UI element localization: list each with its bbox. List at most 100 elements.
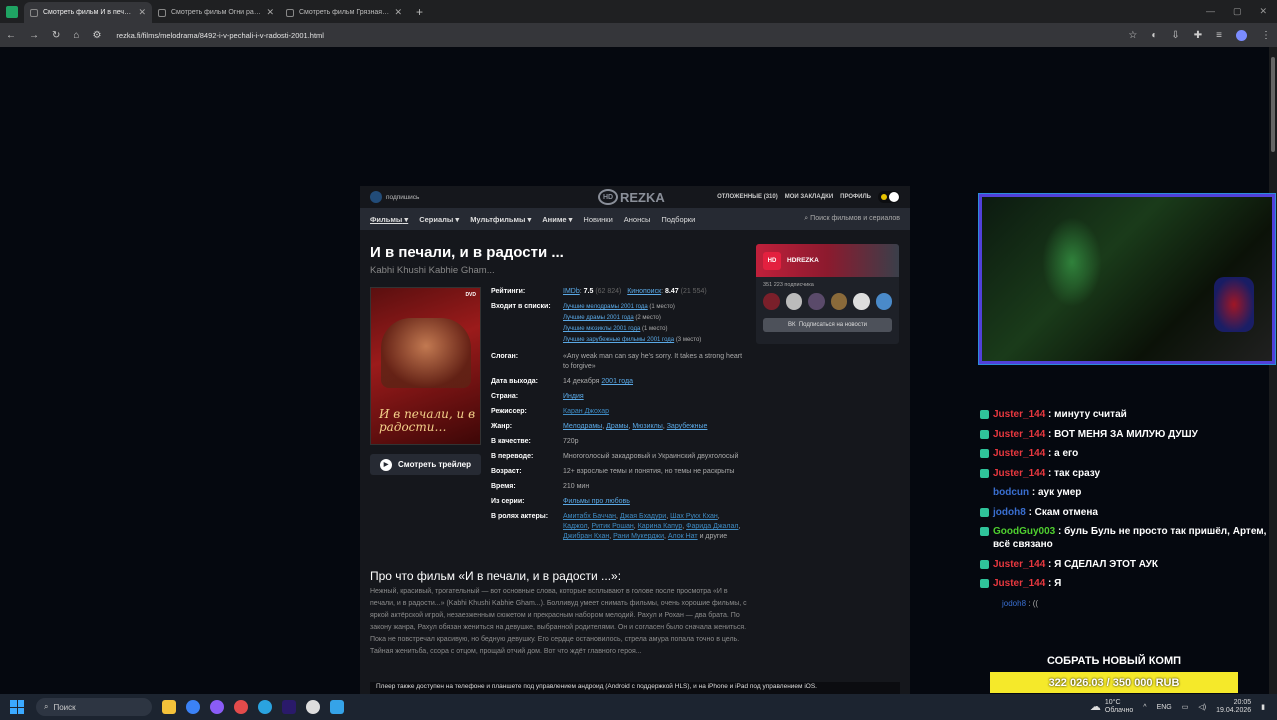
photos-icon[interactable] (330, 700, 344, 714)
avatar[interactable] (830, 293, 847, 310)
cast-label: В ролях актеры: (491, 513, 549, 520)
actor-link[interactable]: Джибран Кхан (563, 533, 609, 540)
actor-link[interactable]: Фарида Джалал (686, 523, 738, 530)
actor-link[interactable]: Шах Рукх Кхан (670, 513, 718, 520)
obs-icon[interactable] (306, 700, 320, 714)
donation-goal-value: 322 026.03 / 350 000 RUB (1048, 676, 1180, 689)
nav-series[interactable]: Сериалы ▾ (419, 215, 459, 224)
avatar[interactable] (875, 293, 892, 310)
minimize-icon[interactable]: — (1206, 6, 1215, 17)
volume-icon[interactable]: ◁) (1198, 703, 1206, 711)
genre-link[interactable]: Мюзиклы (632, 423, 662, 430)
nav-new[interactable]: Новинки (583, 215, 612, 224)
nav-cartoons[interactable]: Мультфильмы ▾ (470, 215, 531, 224)
site-info-icon[interactable]: ⚙ (92, 30, 101, 41)
tab-search-icon[interactable]: ≡ (1216, 30, 1222, 41)
app-icon[interactable] (210, 700, 224, 714)
subscribe-link[interactable]: подпишись (370, 191, 419, 203)
download-icon[interactable]: ⇩ (1171, 30, 1179, 41)
chevron-up-icon[interactable]: ^ (1143, 704, 1146, 711)
weather-text: Облачно (1104, 707, 1134, 714)
bookmark-star-icon[interactable]: ☆ (1128, 30, 1137, 41)
bookmarks-link[interactable]: МОИ ЗАКЛАДКИ (785, 194, 833, 200)
movie-poster[interactable]: DVD И в печали, и в радости… (370, 287, 481, 445)
actor-link[interactable]: Карина Капур (638, 523, 683, 530)
nav-anime[interactable]: Аниме ▾ (542, 215, 572, 224)
maximize-icon[interactable]: ▢ (1233, 6, 1242, 17)
chrome-active-icon[interactable] (234, 700, 248, 714)
weather-widget[interactable]: ☁ 10°C Облачно (1090, 699, 1133, 715)
back-icon[interactable]: ← (6, 30, 16, 41)
chat-text: : Я СДЕЛАЛ ЭТОТ АУК (1048, 558, 1158, 570)
reload-icon[interactable]: ↻ (52, 30, 60, 41)
subscribe-news-button[interactable]: ВК Подписаться на новости (763, 318, 892, 332)
imdb-link[interactable]: IMDb (563, 288, 580, 295)
close-tab-icon[interactable]: ✕ (394, 7, 402, 18)
url-field[interactable]: rezka.fi/films/melodrama/8492-i-v-pechal… (116, 31, 324, 40)
language-indicator[interactable]: ENG (1157, 704, 1172, 711)
premiere-icon[interactable] (282, 700, 296, 714)
avatar[interactable] (785, 293, 802, 310)
deferred-link[interactable]: ОТЛОЖЕННЫЕ (310) (717, 194, 778, 200)
avatar[interactable] (853, 293, 870, 310)
clock[interactable]: 20:05 19.04.2026 (1216, 699, 1251, 715)
avatar[interactable] (763, 293, 780, 310)
release-year-link[interactable]: 2001 года (601, 378, 633, 385)
series-link[interactable]: Фильмы про любовь (563, 498, 630, 505)
avatar[interactable] (808, 293, 825, 310)
actor-link[interactable]: Ритик Рошан (591, 523, 633, 530)
extension-icon[interactable]: ◐ (1151, 30, 1157, 41)
close-window-icon[interactable]: ✕ (1259, 6, 1267, 17)
nav-collections[interactable]: Подборки (661, 215, 695, 224)
nav-announcements[interactable]: Анонсы (624, 215, 651, 224)
tab-3[interactable]: Смотреть фильм Грязная доз ✕ (280, 2, 408, 23)
list-link[interactable]: Лучшие зарубежные фильмы 2001 года (563, 337, 674, 343)
vk-banner[interactable]: HD HDREZKA (756, 244, 899, 277)
home-icon[interactable]: ⌂ (73, 30, 79, 41)
director-link[interactable]: Каран Джохар (563, 408, 609, 415)
nav-films[interactable]: Фильмы ▾ (370, 215, 408, 224)
theme-toggle[interactable] (878, 191, 900, 203)
network-icon[interactable]: ▭ (1182, 703, 1189, 711)
notification-icon[interactable]: ▮ (1261, 703, 1265, 711)
start-button[interactable] (10, 700, 24, 714)
genre-link[interactable]: Зарубежные (667, 423, 708, 430)
chrome-icon[interactable] (186, 700, 200, 714)
profile-link[interactable]: ПРОФИЛЬ (840, 194, 871, 200)
sheets-app-icon[interactable] (0, 0, 24, 23)
site-logo[interactable]: HD REZKA (598, 189, 665, 205)
kinopoisk-link[interactable]: Кинопоиск (627, 288, 661, 295)
scrollbar-thumb[interactable] (1271, 57, 1275, 152)
chat-user: jodoh8 (993, 506, 1026, 518)
genre-link[interactable]: Мелодрамы (563, 423, 602, 430)
profile-avatar[interactable] (1236, 29, 1247, 41)
close-tab-icon[interactable]: ✕ (266, 7, 274, 18)
movie-title: И в печали, и в радости ... (370, 244, 564, 261)
tab-2[interactable]: Смотреть фильм Огни рампы ✕ (152, 2, 280, 23)
actor-link[interactable]: Каджол (563, 523, 588, 530)
actor-link[interactable]: Рани Мукерджи (613, 533, 664, 540)
close-tab-icon[interactable]: ✕ (138, 7, 146, 18)
menu-icon[interactable]: ⋮ (1261, 30, 1271, 41)
list-link[interactable]: Лучшие мелодрамы 2001 года (563, 304, 648, 310)
telegram-icon[interactable] (258, 700, 272, 714)
actor-link[interactable]: Амитабх Баччан (563, 513, 616, 520)
cast-more: и другие (699, 533, 728, 540)
actor-link[interactable]: Джая Бхадури (620, 513, 666, 520)
chat-message: Juster_144 : минуту считай (980, 408, 1275, 421)
country-link[interactable]: Индия (563, 393, 584, 400)
list-link[interactable]: Лучшие драмы 2001 года (563, 315, 634, 321)
puzzle-icon[interactable]: ✚ (1194, 30, 1202, 41)
chat-user: bodcun (993, 487, 1030, 498)
list-link[interactable]: Лучшие мюзиклы 2001 года (563, 326, 640, 332)
play-icon: ▶ (380, 458, 392, 471)
taskbar-search[interactable]: ⌕ Поиск (36, 698, 152, 716)
site-search[interactable]: ⌕ Поиск фильмов и сериалов (804, 215, 900, 223)
forward-icon[interactable]: → (29, 30, 39, 41)
new-tab-icon[interactable]: + (416, 5, 423, 19)
explorer-icon[interactable] (162, 700, 176, 714)
actor-link[interactable]: Алок Нат (668, 533, 698, 540)
watch-trailer-button[interactable]: ▶ Смотреть трейлер (370, 454, 481, 475)
genre-link[interactable]: Драмы (606, 423, 628, 430)
tab-1[interactable]: Смотреть фильм И в печали, и ✕ (24, 2, 152, 23)
